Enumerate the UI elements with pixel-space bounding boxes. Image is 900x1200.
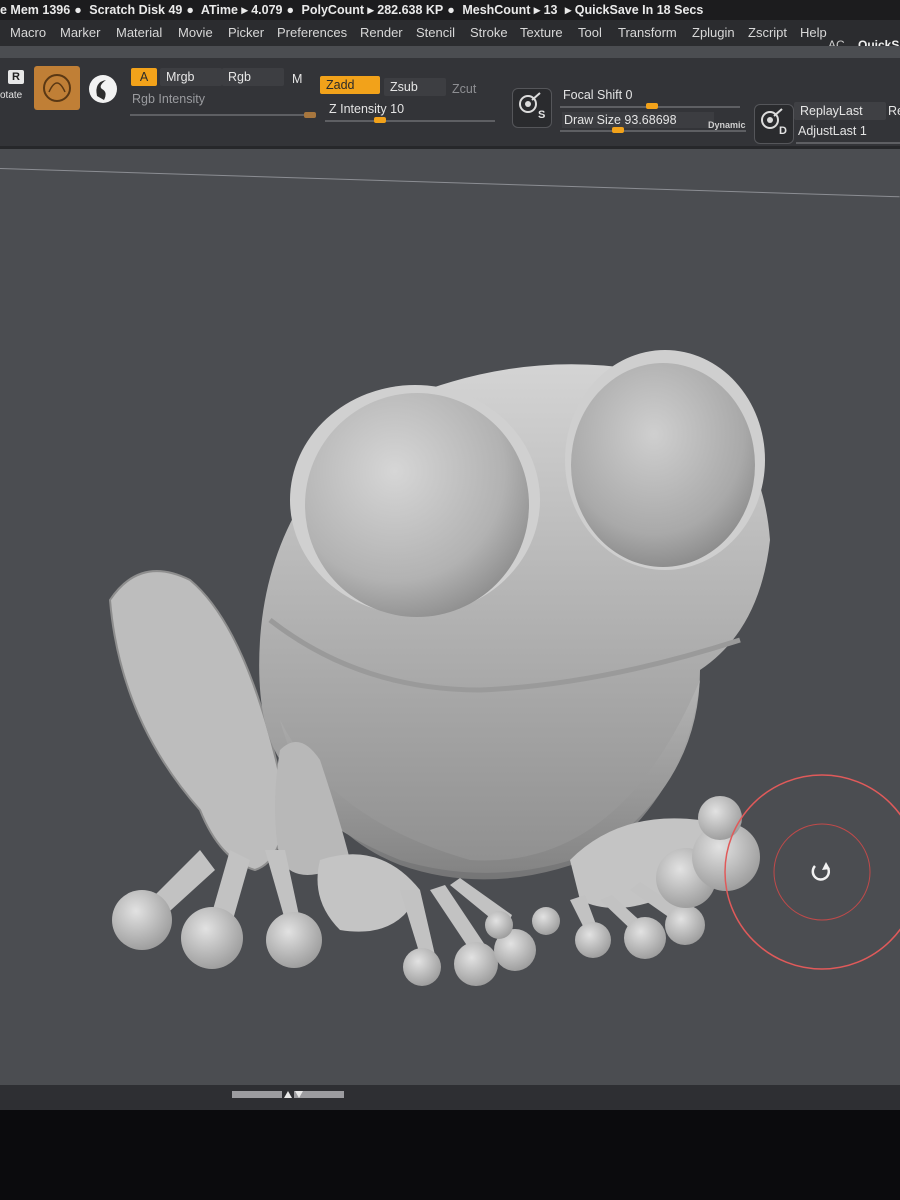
- brush-circle-icon: [43, 74, 71, 102]
- menu-picker[interactable]: Picker: [228, 25, 264, 40]
- menu-ac[interactable]: AC: [828, 38, 845, 46]
- adjust-last-label[interactable]: AdjustLast 1: [798, 124, 867, 138]
- bottom-tray: [0, 1085, 900, 1110]
- rgb-intensity-slider[interactable]: [130, 114, 315, 116]
- z-intensity-slider[interactable]: [325, 120, 495, 122]
- rotate-button-label[interactable]: otate: [0, 90, 22, 101]
- menu-quicksave[interactable]: QuickSa: [858, 38, 900, 46]
- rgb-intensity-label: Rgb Intensity: [132, 92, 205, 106]
- status-quicksave: ▸ QuickSave In 18 Secs: [565, 3, 704, 17]
- brush-selector[interactable]: [34, 66, 80, 110]
- replay-last-button[interactable]: ReplayLast: [794, 102, 886, 120]
- stroke-s-button[interactable]: S: [512, 88, 552, 128]
- menu-bar: Macro Marker Material Movie Picker Prefe…: [0, 20, 900, 46]
- status-scratch-disk: Scratch Disk 49: [89, 3, 183, 17]
- menu-stroke[interactable]: Stroke: [470, 25, 508, 40]
- status-mem: e Mem 1396: [0, 3, 71, 17]
- draw-size-label: Draw Size 93.68698: [562, 112, 714, 128]
- re-button[interactable]: Re: [888, 104, 900, 118]
- zsub-button[interactable]: Zsub: [384, 78, 446, 96]
- m-button[interactable]: M: [286, 70, 308, 88]
- toolbar-divider: [0, 146, 900, 149]
- menu-texture[interactable]: Texture: [520, 25, 563, 40]
- z-intensity-label: Z Intensity 10: [329, 102, 405, 116]
- target-s-icon: [519, 92, 541, 113]
- focal-shift-knob[interactable]: [646, 103, 658, 109]
- adjust-last-slider[interactable]: [796, 142, 900, 144]
- zadd-button[interactable]: Zadd: [320, 76, 380, 94]
- menu-movie[interactable]: Movie: [178, 25, 213, 40]
- rotate-key-badge: R: [8, 70, 24, 84]
- status-atime: ATime ▸ 4.079: [200, 3, 283, 17]
- dynamic-toggle[interactable]: Dynamic: [708, 120, 746, 130]
- rotate-cursor-icon: [811, 862, 830, 881]
- draw-size-slider[interactable]: [560, 130, 746, 132]
- zcut-button[interactable]: Zcut: [452, 82, 476, 96]
- menu-zscript[interactable]: Zscript: [748, 25, 787, 40]
- rgb-button[interactable]: Rgb: [222, 68, 284, 86]
- draw-size-knob[interactable]: [612, 127, 624, 133]
- tray-handle-icon[interactable]: [232, 1090, 344, 1100]
- material-sphere[interactable]: [86, 72, 120, 106]
- sculpt-canvas[interactable]: [0, 160, 900, 1060]
- menu-zplugin[interactable]: Zplugin: [692, 25, 735, 40]
- menu-render[interactable]: Render: [360, 25, 403, 40]
- menu-marker[interactable]: Marker: [60, 25, 100, 40]
- rgb-intensity-knob[interactable]: [304, 112, 316, 118]
- menu-macro[interactable]: Macro: [10, 25, 46, 40]
- material-sphere-icon: [89, 75, 117, 103]
- status-bar: e Mem 1396 ● Scratch Disk 49 ● ATime ▸ 4.0…: [0, 0, 900, 20]
- d-badge: D: [779, 125, 787, 137]
- top-toolbar: R otate A Mrgb Rgb M Rgb Intensity Zadd …: [0, 58, 900, 148]
- menu-tool[interactable]: Tool: [578, 25, 602, 40]
- z-intensity-knob[interactable]: [374, 117, 386, 123]
- status-meshcount: MeshCount ▸ 13: [462, 3, 558, 17]
- a-button[interactable]: A: [131, 68, 157, 86]
- target-d-icon: [761, 108, 783, 129]
- focal-shift-label: Focal Shift 0: [563, 88, 633, 102]
- menu-transform[interactable]: Transform: [618, 25, 677, 40]
- status-polycount: PolyCount ▸ 282.638 KP: [301, 3, 444, 17]
- s-badge: S: [538, 109, 546, 121]
- frog-model: [108, 350, 770, 986]
- mrgb-button[interactable]: Mrgb: [160, 68, 222, 86]
- stroke-d-button[interactable]: D: [754, 104, 794, 144]
- menu-material[interactable]: Material: [116, 25, 162, 40]
- zbrush-window: e Mem 1396 ● Scratch Disk 49 ● ATime ▸ 4.0…: [0, 0, 900, 1110]
- menu-help[interactable]: Help: [800, 25, 827, 40]
- menu-stencil[interactable]: Stencil: [416, 25, 455, 40]
- menu-preferences[interactable]: Preferences: [277, 25, 347, 40]
